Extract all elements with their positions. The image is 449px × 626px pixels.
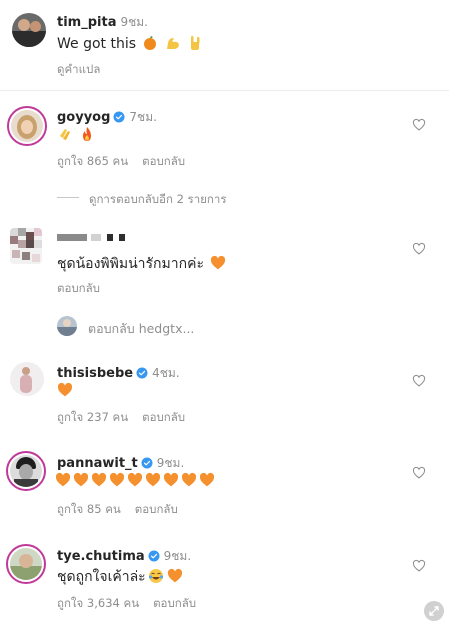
reply-button[interactable]: ตอบกลับ: [135, 502, 178, 516]
orange-heart-icon: [73, 472, 89, 488]
avatar[interactable]: [10, 362, 44, 396]
verified-badge-icon: [141, 457, 153, 469]
orange-heart-icon: [167, 568, 183, 584]
clapping-hands-icon: [57, 126, 73, 142]
orange-heart-icon: [127, 472, 143, 488]
flexed-biceps-icon: [165, 35, 181, 51]
avatar[interactable]: [10, 228, 42, 264]
verified-badge-icon: [148, 550, 160, 562]
reply-button[interactable]: ตอบกลับ: [153, 596, 196, 610]
comment-time: 9ชม.: [163, 549, 192, 563]
reply-to-button[interactable]: ตอบกลับ hedgtx...: [88, 319, 194, 339]
orange-heart-icon: [163, 472, 179, 488]
reply-button[interactable]: ตอบกลับ: [142, 410, 185, 424]
comment-actions: ถูกใจ 237 คน ตอบกลับ: [57, 409, 199, 427]
avatar[interactable]: [11, 110, 43, 142]
verified-badge-icon: [136, 367, 148, 379]
likes-count[interactable]: ถูกใจ 85 คน: [57, 502, 121, 516]
username-text[interactable]: goyyog: [57, 110, 110, 125]
orange-heart-icon: [57, 382, 73, 398]
heart-outline-icon[interactable]: [412, 242, 426, 256]
view-replies-line: [57, 197, 79, 198]
orange-heart-icon: [55, 472, 71, 488]
username[interactable]: thisisbebe 4ชม.: [57, 364, 180, 383]
comment-actions: ถูกใจ 3,634 คน ตอบกลับ: [57, 595, 210, 613]
orange-heart-icon: [145, 472, 161, 488]
fire-icon: [79, 126, 95, 142]
view-replies-button[interactable]: ดูการตอบกลับอีก 2 รายการ: [89, 191, 227, 209]
comment-text: [55, 472, 215, 489]
comment-text: [57, 382, 73, 399]
likes-count[interactable]: ถูกใจ 3,634 คน: [57, 596, 139, 610]
likes-count[interactable]: ถูกใจ 237 คน: [57, 410, 128, 424]
avatar[interactable]: [10, 548, 42, 580]
heart-outline-icon[interactable]: [412, 559, 426, 573]
rock-hand-icon: [187, 35, 203, 51]
heart-outline-icon[interactable]: [412, 466, 426, 480]
comment-body: ชุดน้องพิพิมน่ารักมากค่ะ: [57, 256, 204, 272]
comment-actions: ถูกใจ 85 คน ตอบกลับ: [57, 501, 192, 519]
orange-heart-icon: [181, 472, 197, 488]
username-text[interactable]: pannawit_t: [57, 456, 138, 471]
avatar[interactable]: [10, 455, 42, 487]
blurred-username[interactable]: [57, 234, 167, 242]
orange-heart-icon: [210, 255, 226, 271]
heart-outline-icon[interactable]: [412, 374, 426, 388]
comment-time: 4ชม.: [152, 366, 180, 380]
comment-time: 9ชม.: [156, 456, 185, 470]
verified-badge-icon: [113, 111, 125, 123]
comment-body: We got this: [57, 36, 137, 52]
comment-text: ชุดน้องพิพิมน่ารักมากค่ะ: [57, 253, 226, 275]
comment-text: We got this: [57, 35, 203, 52]
comment-actions: ถูกใจ 865 คน ตอบกลับ: [57, 153, 199, 171]
username-text[interactable]: thisisbebe: [57, 366, 133, 381]
tangerine-icon: [142, 35, 158, 51]
username[interactable]: pannawit_t 9ชม.: [57, 454, 184, 473]
translate-link[interactable]: ดูคำแปล: [57, 61, 100, 79]
reply-button[interactable]: ตอบกลับ: [142, 154, 185, 168]
expand-icon: [429, 606, 439, 616]
likes-count[interactable]: ถูกใจ 865 คน: [57, 154, 128, 168]
avatar[interactable]: [12, 13, 46, 47]
username[interactable]: goyyog 7ชม.: [57, 108, 157, 127]
comment-text: [57, 126, 95, 143]
username-text[interactable]: tim_pita: [57, 15, 116, 30]
avatar[interactable]: [57, 316, 77, 336]
username[interactable]: tye.chutima 9ชม.: [57, 547, 191, 566]
comment-text: ชุดถูกใจเค้าล่ะ: [57, 566, 183, 588]
expand-button[interactable]: [424, 601, 444, 621]
username[interactable]: tim_pita 9ชม.: [57, 13, 148, 32]
comment-time: 7ชม.: [129, 110, 157, 124]
heart-outline-icon[interactable]: [412, 118, 426, 132]
username-text[interactable]: tye.chutima: [57, 549, 145, 564]
tears-of-joy-icon: [148, 568, 164, 584]
comment-body: ชุดถูกใจเค้าล่ะ: [57, 569, 146, 585]
reply-button[interactable]: ตอบกลับ: [57, 280, 100, 298]
orange-heart-icon: [91, 472, 107, 488]
orange-heart-icon: [199, 472, 215, 488]
orange-heart-icon: [109, 472, 125, 488]
divider: [0, 90, 449, 91]
comment-time: 9ชม.: [120, 15, 148, 29]
